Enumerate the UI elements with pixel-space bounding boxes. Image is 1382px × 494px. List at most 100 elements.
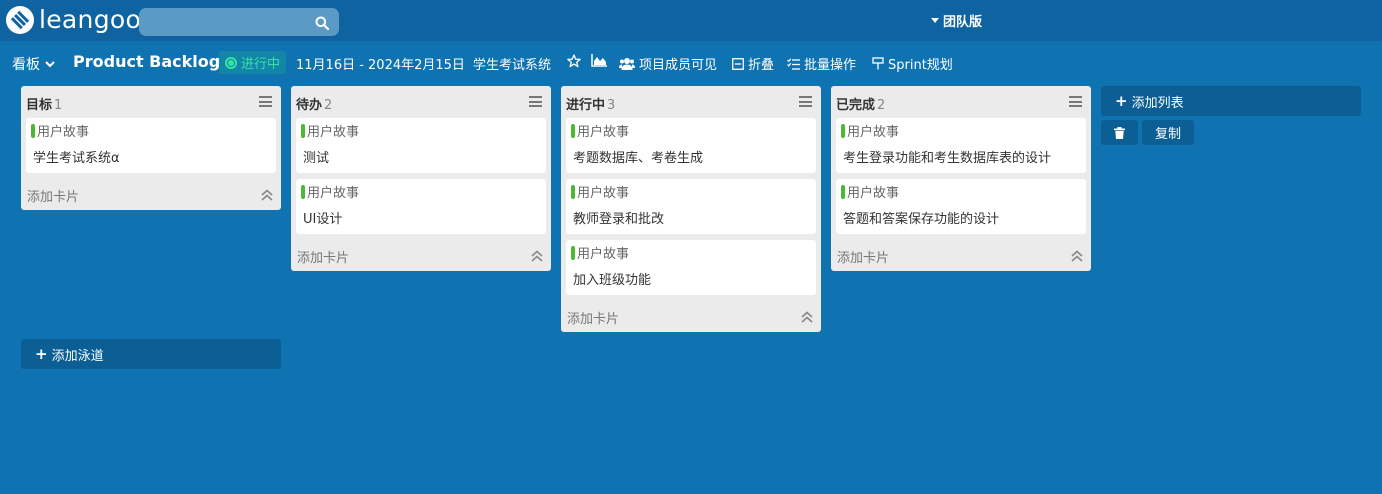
list-title[interactable]: 目标 1 (26, 94, 62, 113)
double-chevron-up-icon[interactable] (261, 189, 273, 201)
status-dot-icon (225, 56, 237, 69)
card-tag: 用户故事 (841, 182, 899, 201)
project-link[interactable]: 学生考试系统 (473, 54, 551, 73)
card-title: 答题和答案保存功能的设计 (843, 212, 1000, 227)
list-title-text: 待办 (296, 98, 323, 113)
add-card-button[interactable]: 添加卡片 (837, 247, 889, 266)
card-tag-label: 用户故事 (307, 125, 360, 140)
add-card-button[interactable]: 添加卡片 (567, 308, 619, 327)
card-tag-label: 用户故事 (577, 247, 630, 262)
card[interactable]: 用户故事 测试 (296, 118, 546, 173)
date-range[interactable]: 11月16日 - 2024年2月15日 (296, 54, 465, 73)
list-menu-icon[interactable] (529, 96, 542, 107)
list-footer: 添加卡片 (831, 239, 1091, 271)
card-tag: 用户故事 (301, 121, 359, 140)
list-title-text: 已完成 (836, 98, 876, 113)
list-menu-icon[interactable] (259, 96, 272, 107)
logo[interactable]: leangoo (6, 6, 141, 34)
card[interactable]: 用户故事 答题和答案保存功能的设计 (836, 179, 1086, 234)
card-title: 测试 (303, 151, 330, 166)
card[interactable]: 用户故事 UI设计 (296, 179, 546, 234)
card[interactable]: 用户故事 加入班级功能 (566, 240, 816, 295)
list-done: 已完成 2 用户故事 考生登录功能和考生数据库表的设计 用户故事 答题和答案保存功… (831, 86, 1091, 271)
status-badge[interactable]: 进行中 (219, 51, 287, 74)
area-chart-icon (591, 54, 607, 67)
card-tag-label: 用户故事 (847, 125, 900, 140)
list-todo: 待办 2 用户故事 测试 用户故事 UI设计 添加卡片 (291, 86, 551, 271)
trash-icon (1114, 126, 1125, 139)
pin-icon (872, 57, 884, 70)
list-in-progress: 进行中 3 用户故事 考题数据库、考卷生成 用户故事 教师登录和批改 用户故事 加… (561, 86, 821, 332)
board-name-dropdown[interactable]: Product Backlog (73, 52, 234, 71)
logo-icon (6, 6, 34, 34)
collapse-label: 折叠 (748, 58, 775, 73)
card[interactable]: 用户故事 考题数据库、考卷生成 (566, 118, 816, 173)
list-menu-icon[interactable] (799, 96, 812, 107)
batch-operation-button[interactable]: 批量操作 (787, 54, 856, 73)
tag-color-bar (841, 184, 845, 199)
card[interactable]: 用户故事 教师登录和批改 (566, 179, 816, 234)
card-title: UI设计 (303, 212, 343, 227)
add-card-button[interactable]: 添加卡片 (297, 247, 349, 266)
add-card-button[interactable]: 添加卡片 (27, 186, 79, 205)
delete-button[interactable] (1101, 120, 1138, 145)
status-label: 进行中 (241, 57, 281, 72)
search-input[interactable] (139, 8, 339, 36)
list-title[interactable]: 进行中 3 (566, 94, 615, 113)
list-title-text: 进行中 (566, 98, 606, 113)
sprint-planning-button[interactable]: Sprint规划 (872, 54, 953, 73)
list-title[interactable]: 待办 2 (296, 94, 332, 113)
users-icon (619, 58, 635, 70)
plus-icon: + (1115, 91, 1128, 110)
chart-button[interactable] (591, 54, 608, 67)
checklist-icon (787, 57, 800, 70)
card-tag-label: 用户故事 (577, 186, 630, 201)
double-chevron-up-icon[interactable] (531, 250, 543, 262)
double-chevron-up-icon[interactable] (1071, 250, 1083, 262)
tag-color-bar (571, 245, 575, 260)
logo-text: leangoo (39, 5, 142, 34)
card-title: 加入班级功能 (573, 273, 652, 288)
add-swimlane-label: 添加泳道 (51, 348, 104, 364)
list-goal: 目标 1 用户故事 学生考试系统α 添加卡片 (21, 86, 281, 210)
search-icon[interactable] (315, 15, 330, 34)
list-title-text: 目标 (26, 98, 53, 113)
double-chevron-up-icon[interactable] (801, 311, 813, 323)
chevron-down-icon (45, 60, 55, 67)
visibility-label: 项目成员可见 (639, 58, 718, 73)
add-swimlane-button[interactable]: + 添加泳道 (21, 339, 281, 369)
tag-color-bar (571, 184, 575, 199)
card-tag: 用户故事 (301, 182, 359, 201)
card-title: 学生考试系统α (33, 151, 120, 166)
list-menu-icon[interactable] (1069, 96, 1082, 107)
copy-button[interactable]: 复制 (1142, 120, 1194, 145)
list-title[interactable]: 已完成 2 (836, 94, 885, 113)
board-switch-dropdown[interactable]: 看板 (12, 54, 55, 74)
batch-operation-label: 批量操作 (804, 58, 857, 73)
list-count: 2 (324, 98, 333, 113)
visibility-button[interactable]: 项目成员可见 (619, 54, 717, 73)
star-button[interactable] (567, 54, 581, 68)
tag-color-bar (841, 123, 845, 138)
collapse-button[interactable]: 折叠 (732, 54, 774, 73)
card-tag: 用户故事 (841, 121, 899, 140)
tag-color-bar (301, 123, 305, 138)
card[interactable]: 用户故事 学生考试系统α (26, 118, 276, 173)
card-tag-label: 用户故事 (847, 186, 900, 201)
edition-dropdown[interactable]: 团队版 (931, 11, 982, 30)
project-name: 学生考试系统 (473, 58, 552, 73)
list-header: 已完成 2 (831, 86, 1091, 118)
plus-icon: + (35, 344, 48, 363)
board-switch-label: 看板 (12, 57, 40, 73)
list-header: 目标 1 (21, 86, 281, 118)
list-footer: 添加卡片 (561, 300, 821, 332)
list-count: 3 (607, 98, 616, 113)
edition-label: 团队版 (943, 15, 983, 30)
board-name: Product Backlog (73, 52, 221, 71)
card[interactable]: 用户故事 考生登录功能和考生数据库表的设计 (836, 118, 1086, 173)
card-tag-label: 用户故事 (577, 125, 630, 140)
board-toolbar: 看板 Product Backlog 进行中 11月16日 - 2024年2月1… (0, 48, 1382, 78)
collapse-icon (732, 57, 744, 70)
add-list-button[interactable]: + 添加列表 (1101, 86, 1361, 116)
list-header: 进行中 3 (561, 86, 821, 118)
